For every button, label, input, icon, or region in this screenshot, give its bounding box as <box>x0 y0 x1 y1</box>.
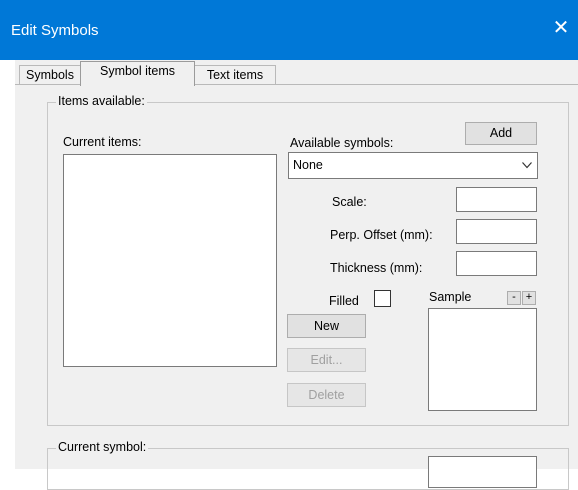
window-title: Edit Symbols <box>11 22 99 39</box>
sample-zoom-in-button[interactable]: + <box>522 291 536 305</box>
available-symbols-value: None <box>293 158 323 172</box>
tab-text-items[interactable]: Text items <box>194 65 276 85</box>
edit-button[interactable]: Edit... <box>287 348 366 372</box>
tab-symbols[interactable]: Symbols <box>19 65 81 85</box>
sample-zoom-out-button[interactable]: - <box>507 291 521 305</box>
sample-label: Sample <box>429 290 472 304</box>
delete-button[interactable]: Delete <box>287 383 366 407</box>
filled-label: Filled <box>329 294 359 308</box>
close-icon[interactable]: ✕ <box>550 17 572 39</box>
title-bar: Edit Symbols ✕ <box>0 0 578 60</box>
tab-panel: Items available: Current items: Availabl… <box>15 84 578 490</box>
current-symbol-preview <box>428 456 537 488</box>
sample-preview <box>428 308 537 411</box>
thickness-label: Thickness (mm): <box>330 261 423 275</box>
new-button[interactable]: New <box>287 314 366 338</box>
current-symbol-label: Current symbol: <box>56 440 149 454</box>
scale-label: Scale: <box>332 195 367 209</box>
available-symbols-dropdown[interactable]: None <box>288 152 538 179</box>
items-available-label: Items available: <box>56 94 147 108</box>
current-items-label: Current items: <box>63 135 142 149</box>
available-symbols-label: Available symbols: <box>290 136 394 150</box>
perp-offset-label: Perp. Offset (mm): <box>330 228 433 242</box>
tab-symbol-items[interactable]: Symbol items <box>80 61 195 86</box>
scale-input[interactable] <box>456 187 537 212</box>
window-left-edge <box>0 60 15 468</box>
filled-checkbox[interactable] <box>374 290 391 307</box>
chevron-down-icon <box>522 162 532 169</box>
perp-offset-input[interactable] <box>456 219 537 244</box>
add-button[interactable]: Add <box>465 122 537 145</box>
thickness-input[interactable] <box>456 251 537 276</box>
current-items-list[interactable] <box>63 154 277 367</box>
